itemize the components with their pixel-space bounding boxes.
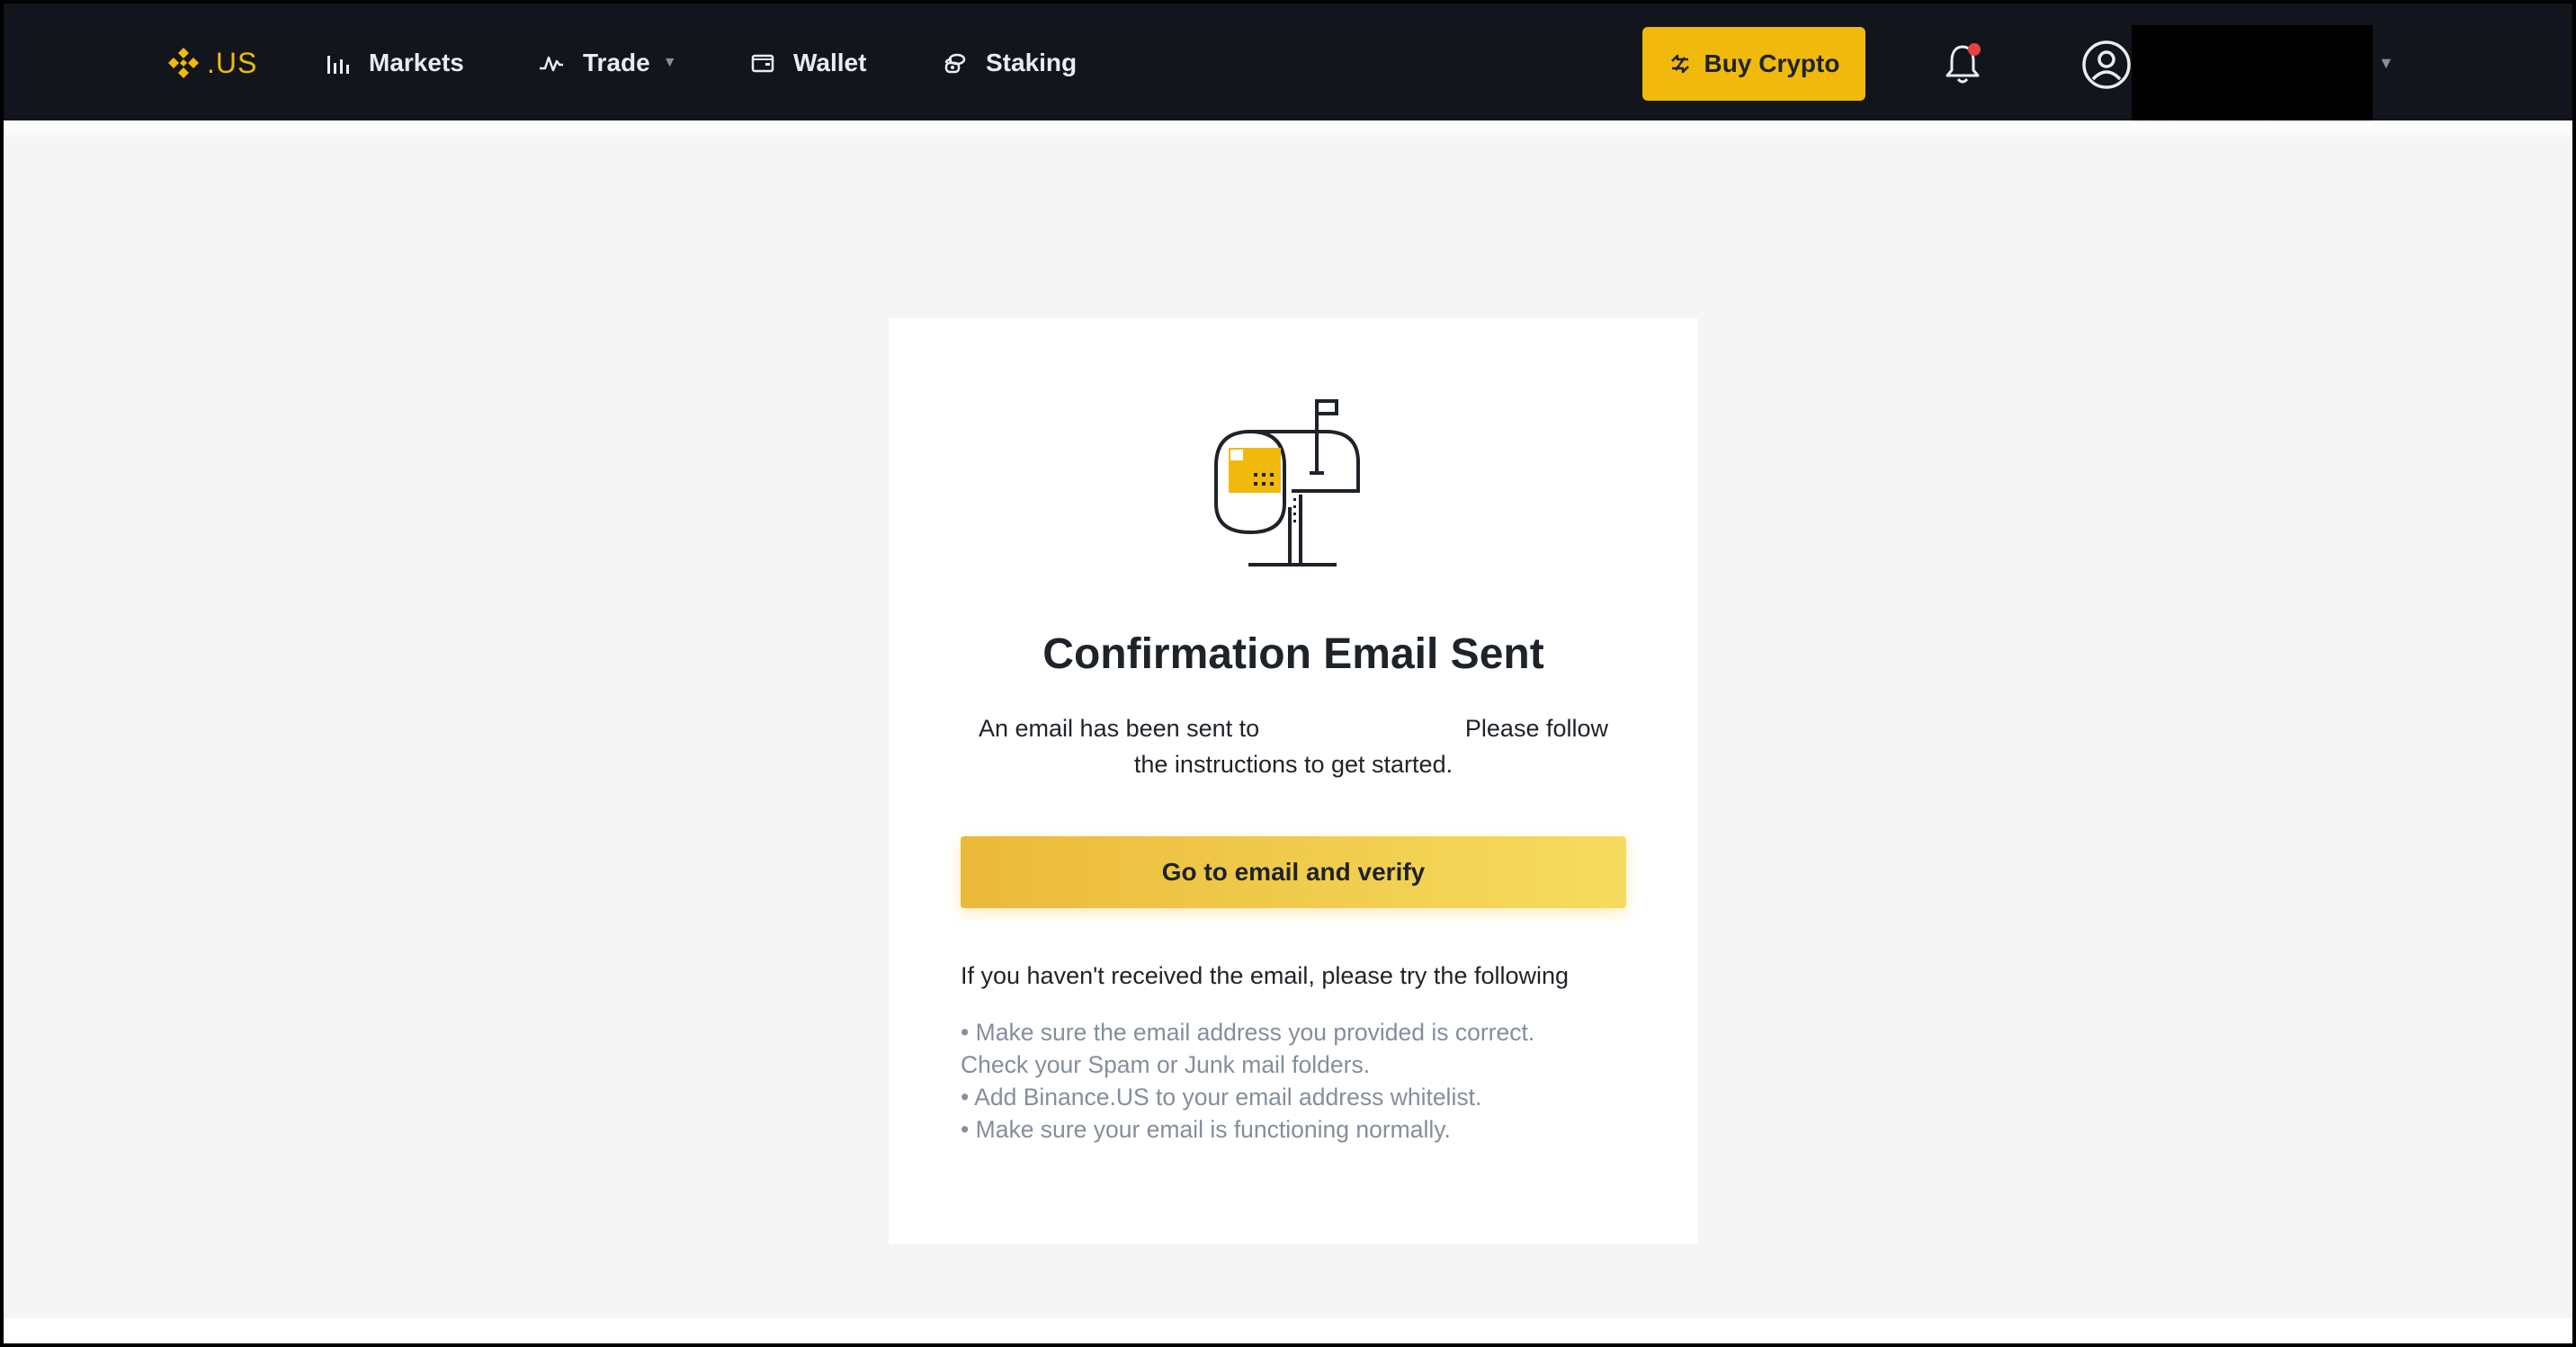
help-item: Check your Spam or Junk mail folders. bbox=[961, 1051, 1371, 1078]
exchange-arrows-icon bbox=[1670, 54, 1689, 74]
top-navigation-bar: .US Markets Trade ▼ Wallet Staking Buy C… bbox=[4, 4, 2572, 120]
help-item: • Make sure your email is functioning no… bbox=[961, 1116, 1451, 1143]
help-item: • Make sure the email address you provid… bbox=[961, 1019, 1535, 1046]
message-part2: Please follow bbox=[1464, 715, 1608, 742]
nav-staking[interactable]: Staking bbox=[943, 43, 1077, 83]
confirmation-message: An email has been sent to Please follow … bbox=[979, 710, 1608, 782]
bar-chart-icon bbox=[327, 56, 349, 74]
nav-wallet[interactable]: Wallet bbox=[750, 43, 866, 83]
go-to-email-button[interactable]: Go to email and verify bbox=[961, 836, 1626, 908]
confirmation-card: Confirmation Email Sent An email has bee… bbox=[889, 318, 1698, 1244]
account-button[interactable] bbox=[2081, 40, 2132, 90]
page-title: Confirmation Email Sent bbox=[1042, 630, 1544, 678]
account-chevron-down-icon[interactable]: ▼ bbox=[2378, 54, 2394, 73]
wallet-icon bbox=[751, 54, 774, 73]
redacted-account-name bbox=[2132, 25, 2373, 120]
app-window: .US Markets Trade ▼ Wallet Staking Buy C… bbox=[0, 0, 2576, 1347]
nav-wallet-label: Wallet bbox=[793, 49, 867, 76]
nav-staking-label: Staking bbox=[986, 49, 1078, 76]
buy-crypto-button[interactable]: Buy Crypto bbox=[1642, 27, 1865, 101]
header-shadow bbox=[4, 120, 2572, 140]
message-part1: An email has been sent to bbox=[979, 715, 1260, 742]
help-heading: If you haven't received the email, pleas… bbox=[961, 962, 1570, 989]
user-circle-icon bbox=[2082, 40, 2131, 89]
binance-diamond-icon bbox=[168, 48, 199, 78]
help-list: • Make sure the email address you provid… bbox=[961, 1016, 1644, 1146]
footer-strip bbox=[4, 1318, 2572, 1343]
nav-markets-label: Markets bbox=[369, 49, 464, 76]
buy-crypto-label: Buy Crypto bbox=[1704, 49, 1840, 77]
trade-pulse-icon bbox=[540, 56, 563, 72]
message-line2: the instructions to get started. bbox=[1133, 751, 1453, 778]
binance-us-logo[interactable]: .US bbox=[165, 43, 257, 83]
nav-trade[interactable]: Trade ▼ bbox=[538, 43, 677, 83]
chevron-down-icon: ▼ bbox=[662, 55, 677, 70]
mailbox-icon bbox=[1214, 399, 1360, 566]
nav-markets[interactable]: Markets bbox=[326, 43, 464, 83]
help-item: • Add Binance.US to your email address w… bbox=[961, 1084, 1482, 1111]
logo-text: .US bbox=[207, 46, 258, 79]
notification-badge bbox=[1968, 43, 1981, 56]
notifications-button[interactable] bbox=[1943, 43, 1982, 86]
staking-coins-icon bbox=[944, 53, 966, 74]
nav-trade-label: Trade bbox=[583, 49, 650, 76]
